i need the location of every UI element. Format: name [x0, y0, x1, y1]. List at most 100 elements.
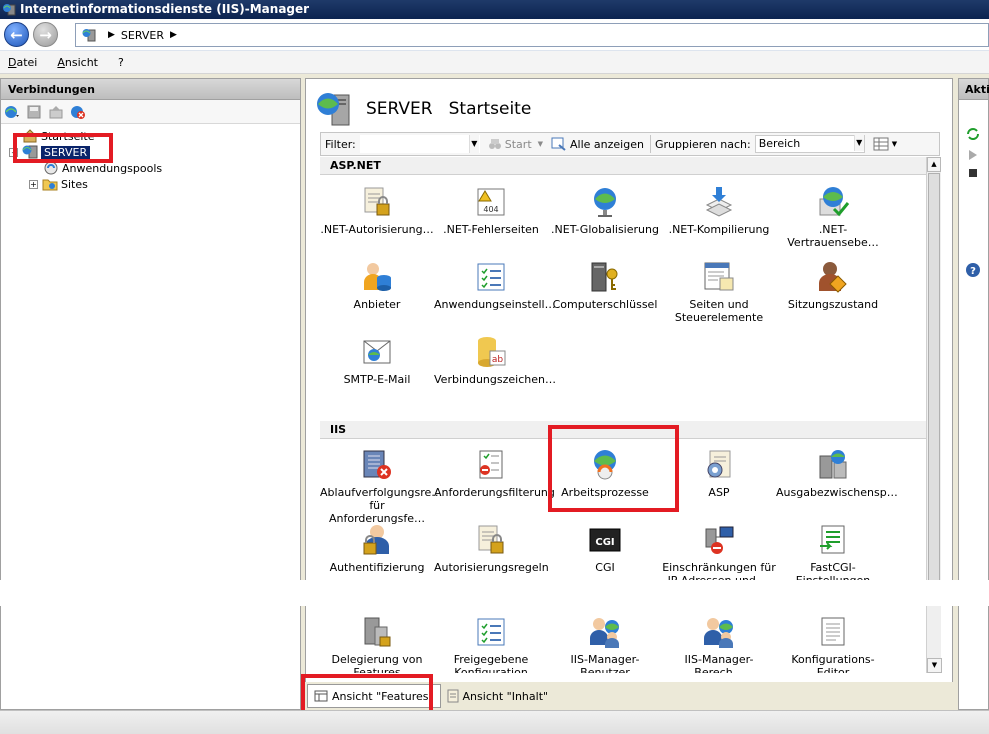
feature-net-error-pages[interactable]: 404 .NET-Fehlerseiten [434, 185, 548, 236]
feature-machine-key[interactable]: Computerschlüssel [548, 260, 662, 311]
start-button[interactable]: Start ▼ [488, 137, 543, 151]
start-icon[interactable] [968, 149, 978, 164]
feature-label: .NET-Globalisierung [551, 223, 659, 236]
feature-net-authorization[interactable]: .NET-Autorisierung… [320, 185, 434, 236]
tree-label-sites: Sites [61, 177, 88, 191]
shared-config-icon [477, 618, 505, 646]
feature-ip-restrictions[interactable]: Einschränkungen für IP-Adressen und … [662, 523, 776, 587]
feature-pages-controls[interactable]: Seiten und Steuerelemente [662, 260, 776, 324]
scroll-down-icon[interactable]: ▼ [927, 658, 942, 673]
feature-net-globalization[interactable]: .NET-Globalisierung [548, 185, 662, 236]
toolbar-divider [649, 135, 651, 153]
breadcrumb-arrow-icon[interactable]: ▶ [170, 30, 177, 40]
failed-request-tracing-icon [363, 450, 391, 479]
up-icon[interactable] [48, 104, 64, 120]
group-by-value: Bereich [758, 137, 801, 150]
feature-cgi[interactable]: CGI CGI [548, 523, 662, 574]
menu-file[interactable]: Datei [8, 56, 37, 69]
filter-label: Filter: [325, 137, 356, 151]
iis-manager-icon [3, 4, 16, 16]
tab-content-view[interactable]: Ansicht "Inhalt" [441, 684, 555, 708]
feature-label: ASP [708, 486, 730, 499]
disconnect-icon[interactable] [70, 104, 86, 120]
save-icon[interactable] [26, 104, 42, 120]
feature-label: Anbieter [353, 298, 401, 311]
view-grid-icon [873, 137, 889, 151]
server-icon [317, 93, 350, 126]
stop-icon[interactable] [968, 168, 978, 181]
feature-fastcgi[interactable]: FastCGI-Einstellungen [776, 523, 890, 587]
tree-item-sites[interactable]: + Sites [1, 176, 300, 192]
feature-shared-configuration[interactable]: Freigegebene Konfiguration [434, 615, 548, 673]
feature-iis-manager-permissions[interactable]: IIS-Manager-Berech… [662, 615, 776, 673]
feature-iis-manager-users[interactable]: IIS-Manager-Benutzer [548, 615, 662, 673]
svg-text:?: ? [970, 266, 976, 277]
highlight-box-features-view [301, 674, 433, 714]
breadcrumb-server[interactable]: SERVER [121, 29, 164, 42]
show-all-button[interactable]: Alle anzeigen [551, 137, 644, 151]
connections-toolbar [1, 100, 300, 124]
chevron-down-icon[interactable]: ▼ [538, 140, 543, 148]
feature-label: Konfigurations-Editor [791, 653, 875, 673]
menu-help[interactable]: ? [118, 56, 124, 69]
connection-strings-icon: ab [478, 337, 506, 367]
feature-failed-request-tracing[interactable]: Ablaufverfolgungsre… für Anforderungsfe… [320, 448, 443, 525]
server-icon [82, 29, 96, 42]
feature-label: IIS-Manager-Benutzer [570, 653, 640, 673]
feature-label: Seiten und Steuerelemente [674, 298, 764, 324]
feature-net-trust-level[interactable]: .NET-Vertrauensebe… [776, 185, 890, 249]
compilation-icon [705, 187, 733, 217]
feature-session-state[interactable]: Sitzungszustand [776, 260, 890, 311]
feature-authentication[interactable]: Authentifizierung [320, 523, 434, 574]
restart-icon[interactable] [966, 127, 980, 144]
group-by-select[interactable]: Bereich ▼ [754, 135, 865, 153]
feature-app-settings[interactable]: Anwendungseinstell… [434, 260, 556, 311]
chevron-down-icon[interactable]: ▼ [892, 140, 897, 148]
feature-delegation[interactable]: Delegierung von Features [320, 615, 434, 673]
feature-label: Verbindungszeichen… [434, 373, 556, 386]
feature-providers[interactable]: Anbieter [320, 260, 434, 311]
section-aspnet[interactable]: ASP.NET [320, 157, 926, 175]
page-header: SERVER Startseite [316, 89, 531, 129]
feature-label: SMTP-E-Mail [343, 373, 411, 386]
authorization-rules-icon [478, 525, 504, 554]
feature-configuration-editor[interactable]: Konfigurations-Editor [776, 615, 890, 673]
config-editor-icon [821, 617, 845, 646]
chevron-down-icon[interactable]: ▼ [853, 135, 864, 151]
feature-smtp-email[interactable]: SMTP-E-Mail [320, 335, 434, 386]
asp-icon [707, 450, 731, 478]
highlight-box-server [13, 133, 113, 163]
feature-label: Computerschlüssel [552, 298, 658, 311]
menu-view[interactable]: Ansicht [57, 56, 98, 69]
forward-button[interactable]: → [33, 22, 58, 47]
back-button[interactable]: ← [4, 22, 29, 47]
connections-header: Verbindungen [1, 79, 300, 100]
view-mode-button[interactable]: ▼ [873, 137, 897, 151]
actions-header: Akti [959, 79, 989, 100]
feature-request-filtering[interactable]: Anforderungsfilterung [434, 448, 555, 499]
expand-icon[interactable]: + [29, 179, 38, 189]
sites-folder-icon [42, 179, 58, 191]
scroll-up-icon[interactable]: ▲ [927, 157, 941, 172]
help-icon[interactable]: ? [965, 262, 981, 281]
authorization-icon [364, 187, 390, 216]
breadcrumb-arrow-icon: ▶ [108, 30, 115, 40]
feature-label: Ablaufverfolgungsre… für Anforderungsfe… [320, 486, 443, 525]
address-bar[interactable]: ▶ SERVER ▶ [75, 23, 989, 47]
connect-icon[interactable] [4, 104, 20, 120]
feature-net-compilation[interactable]: .NET-Kompilierung [662, 185, 776, 236]
overlay-strip [0, 580, 989, 606]
feature-label: .NET-Vertrauensebe… [787, 223, 879, 249]
feature-label: .NET-Autorisierung… [320, 223, 434, 236]
binoculars-icon [488, 139, 501, 149]
feature-authorization-rules[interactable]: Autorisierungsregeln [434, 523, 549, 574]
feature-output-caching[interactable]: Ausgabezwischensp… [776, 448, 898, 499]
feature-connection-strings[interactable]: ab Verbindungszeichen… [434, 335, 556, 386]
feature-label: .NET-Fehlerseiten [443, 223, 539, 236]
providers-icon [364, 263, 391, 291]
filter-input[interactable]: ▼ [359, 135, 480, 153]
fastcgi-icon [820, 525, 845, 554]
feature-asp[interactable]: ASP [662, 448, 776, 499]
chevron-down-icon[interactable]: ▼ [468, 135, 479, 153]
scrollbar-thumb[interactable] [928, 173, 940, 593]
